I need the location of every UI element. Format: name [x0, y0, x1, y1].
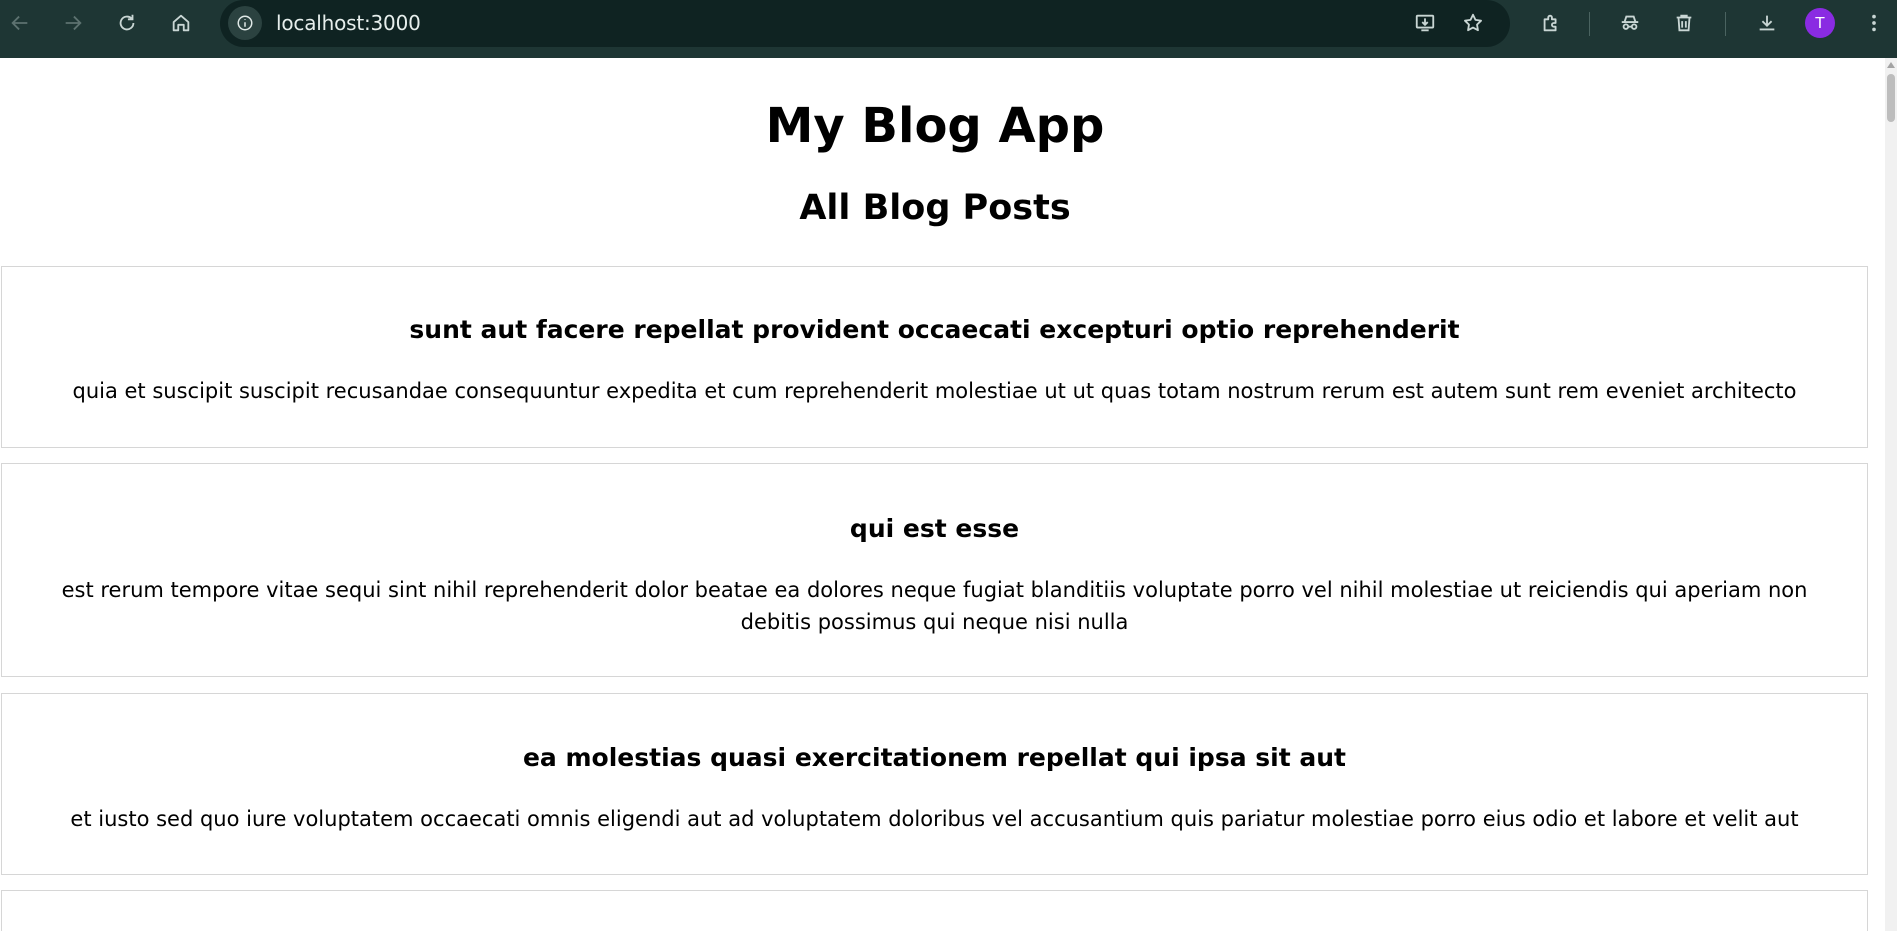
delete-button[interactable]	[1669, 8, 1699, 38]
section-title: All Blog Posts	[799, 188, 1071, 228]
post-card	[1, 890, 1868, 931]
page-scrollbar[interactable]	[1885, 58, 1897, 931]
post-title: ea molestias quasi exercitationem repell…	[522, 743, 1347, 772]
profile-avatar[interactable]: T	[1805, 8, 1835, 38]
incognito-icon	[1621, 15, 1639, 30]
download-icon	[1759, 15, 1775, 31]
reload-icon	[119, 14, 135, 31]
info-icon	[237, 15, 253, 31]
page-viewport: My Blog App All Blog Posts sunt aut face…	[0, 58, 1885, 931]
reload-button[interactable]	[112, 8, 142, 38]
install-icon	[1415, 14, 1435, 32]
bookmark-button[interactable]	[1458, 8, 1488, 38]
arrow-right-icon	[65, 15, 82, 31]
post-body: et iusto sed quo iure voluptatem occaeca…	[70, 807, 1799, 831]
post-title: qui est esse	[849, 514, 1020, 543]
forward-button[interactable]	[58, 8, 88, 38]
downloads-button[interactable]	[1752, 8, 1782, 38]
url-text[interactable]: localhost:3000	[276, 11, 421, 35]
toolbar-divider	[1725, 12, 1726, 36]
scroll-thumb[interactable]	[1887, 74, 1895, 122]
post-title: sunt aut facere repellat provident occae…	[409, 315, 1460, 344]
incognito-button[interactable]	[1615, 8, 1645, 38]
puzzle-icon	[1543, 14, 1557, 32]
toolbar-divider	[1589, 12, 1590, 36]
star-icon	[1464, 13, 1482, 32]
scroll-up-arrow[interactable]	[1887, 62, 1895, 68]
menu-button[interactable]	[1859, 8, 1889, 38]
extensions-button[interactable]	[1536, 8, 1566, 38]
install-app-button[interactable]	[1410, 8, 1440, 38]
trash-icon	[1676, 14, 1692, 32]
more-vertical-icon	[1872, 14, 1876, 32]
post-body: est rerum tempore vitae sequi sint nihil…	[61, 578, 1808, 634]
arrow-left-icon	[11, 15, 28, 31]
address-bar[interactable]: localhost:3000	[220, 0, 1510, 47]
home-icon	[172, 14, 190, 32]
home-button[interactable]	[166, 8, 196, 38]
app-title: My Blog App	[765, 98, 1105, 154]
post-body: quia et suscipit suscipit recusandae con…	[72, 379, 1797, 403]
post-card: ea molestias quasi exercitationem repell…	[1, 693, 1868, 875]
site-info-button[interactable]	[228, 6, 262, 40]
post-card: qui est esse est rerum tempore vitae seq…	[1, 463, 1868, 677]
browser-toolbar: localhost:3000 T	[0, 0, 1897, 58]
post-card: sunt aut facere repellat provident occae…	[1, 266, 1868, 448]
back-button[interactable]	[5, 8, 35, 38]
